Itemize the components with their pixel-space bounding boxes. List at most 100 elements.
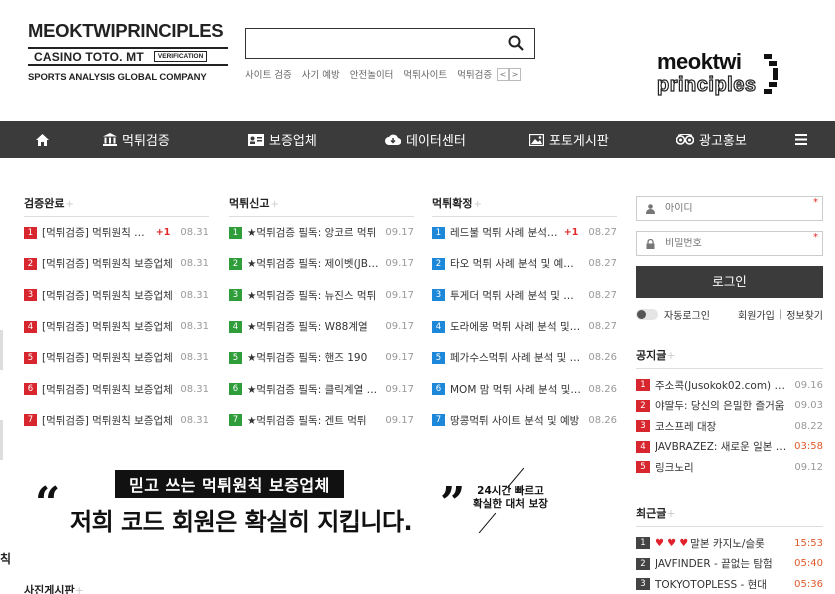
list-item[interactable]: 2 타오 먹튀 사례 분석 및 예방 가이드 08.27 bbox=[432, 248, 617, 279]
list-item[interactable]: 7 ★먹튀검증 필독: 겐트 먹튀 09.17 bbox=[229, 405, 414, 436]
list-item[interactable]: 6 MOM 맘 먹튀 사례 분석 및 예방 08.26 bbox=[432, 373, 617, 404]
photo-board-title[interactable]: 사진게시판+ bbox=[24, 582, 84, 594]
nav-data-center[interactable]: 데이터센터 bbox=[385, 121, 466, 158]
board-verified: 검증완료+ 1[먹튀검증] 먹튀원칙 보증업체+108.312[먹튀검증] 먹튀… bbox=[24, 195, 209, 436]
post-title[interactable]: MOM 맘 먹튀 사례 분석 및 예방 bbox=[450, 382, 582, 397]
list-item[interactable]: 2 야딸두: 당신의 은밀한 즐거움 09.03 bbox=[636, 396, 823, 417]
list-item[interactable]: 5 링크노리 09.12 bbox=[636, 457, 823, 478]
post-title[interactable]: [먹튀검증] 먹튀원칙 보증업체 bbox=[42, 288, 174, 303]
list-item[interactable]: 2 JAVFINDER - 끝없는 탐험 05:40 bbox=[636, 554, 823, 575]
post-title[interactable]: ★먹튀검증 필독: W88계열 bbox=[247, 319, 379, 334]
username-input[interactable] bbox=[665, 203, 805, 214]
board-title[interactable]: 먹튀확정+ bbox=[432, 195, 617, 217]
list-item[interactable]: 6 ★먹튀검증 필독: 클릭계열 먹튀 09.17 bbox=[229, 373, 414, 404]
promo-banner[interactable]: 믿고 쓰는 먹튀원칙 보증업체 “ 저희 코드 회원은 확실히 지킵니다. ” … bbox=[35, 465, 575, 545]
keyword-link[interactable]: 사기 예방 bbox=[302, 67, 340, 81]
post-title[interactable]: 타오 먹튀 사례 분석 및 예방 가이드 bbox=[450, 256, 582, 271]
nav-advertising[interactable]: 광고홍보 bbox=[676, 121, 747, 158]
recent-title[interactable]: 최근글+ bbox=[636, 505, 823, 527]
auto-login-toggle[interactable] bbox=[636, 309, 658, 320]
post-title[interactable]: 도라에몽 먹튀 사례 분석 및 예방 bbox=[450, 319, 582, 334]
notice-post-title[interactable]: 코스프레 대장 bbox=[655, 419, 788, 434]
post-title[interactable]: [먹튀검증] 먹튀원칙 보증업체 bbox=[42, 382, 174, 397]
list-item[interactable]: 7 땅콩먹튀 사이트 분석 및 예방 08.26 bbox=[432, 405, 617, 436]
nav-home[interactable] bbox=[36, 121, 54, 158]
post-title[interactable]: ★먹튀검증 필독: 앙코르 먹튀 bbox=[247, 225, 379, 240]
post-title[interactable]: ★먹튀검증 필독: 겐트 먹튀 bbox=[247, 413, 379, 428]
post-title[interactable]: ★먹튀검증 필독: 핸즈 190 bbox=[247, 350, 379, 365]
list-item[interactable]: 3 코스프레 대장 08.22 bbox=[636, 416, 823, 437]
list-item[interactable]: 5 페가수스먹튀 사례 분석 및 예방 08.26 bbox=[432, 342, 617, 373]
list-item[interactable]: 4 [먹튀검증] 먹튀원칙 보증업체 08.31 bbox=[24, 311, 209, 342]
login-button[interactable]: 로그인 bbox=[636, 266, 823, 298]
notice-post-title[interactable]: 주소콕(Jusokok02.com) 주소모음 bbox=[655, 378, 788, 393]
list-item[interactable]: 4 도라에몽 먹튀 사례 분석 및 예방 08.27 bbox=[432, 311, 617, 342]
list-item[interactable]: 1 ♥ ♥ ♥ 말본 카지노/슬롯 15:53 bbox=[636, 533, 823, 554]
list-item[interactable]: 6 [먹튀검증] 먹튀원칙 보증업체 08.31 bbox=[24, 373, 209, 404]
brand-logo[interactable]: meoktwi principles bbox=[656, 50, 787, 97]
notice-post-title[interactable]: JAVBRAZEZ: 새로운 일본 AV bbox=[655, 439, 788, 454]
board-title[interactable]: 검증완료+ bbox=[24, 195, 209, 217]
search-icon[interactable] bbox=[508, 35, 524, 51]
recent-post-title[interactable]: TOKYOTOPLESS - 현대 bbox=[655, 577, 788, 592]
keyword-link[interactable]: 먹튀사이트 bbox=[403, 67, 447, 81]
list-item[interactable]: 1 주소콕(Jusokok02.com) 주소모음 09.16 bbox=[636, 375, 823, 396]
board-title[interactable]: 먹튀신고+ bbox=[229, 195, 414, 217]
password-input[interactable] bbox=[665, 238, 805, 249]
post-title[interactable]: 페가수스먹튀 사례 분석 및 예방 bbox=[450, 350, 582, 365]
list-item[interactable]: 5 [먹튀검증] 먹튀원칙 보증업체 08.31 bbox=[24, 342, 209, 373]
post-title[interactable]: ★먹튀검증 필독: 뉴진스 먹튀 bbox=[247, 288, 379, 303]
list-item[interactable]: 4 ★먹튀검증 필독: W88계열 09.17 bbox=[229, 311, 414, 342]
find-info-link[interactable]: 정보찾기 bbox=[786, 307, 823, 322]
post-title[interactable]: [먹튀검증] 먹튀원칙 보증업체 bbox=[42, 319, 174, 334]
list-item[interactable]: 5 ★먹튀검증 필독: 핸즈 190 09.17 bbox=[229, 342, 414, 373]
rank-badge: 3 bbox=[229, 289, 242, 302]
comment-count: +1 bbox=[155, 227, 171, 239]
notice-post-title[interactable]: 링크노리 bbox=[655, 460, 788, 475]
list-item[interactable]: 2 [먹튀검증] 먹튀원칙 보증업체 08.31 bbox=[24, 248, 209, 279]
recent-post-title[interactable]: JAVFINDER - 끝없는 탐험 bbox=[655, 556, 788, 571]
notice-box: 공지글+ 1 주소콕(Jusokok02.com) 주소모음 09.16 2 야딸두: … bbox=[636, 347, 823, 478]
list-item[interactable]: 3 투게더 먹튀 사례 분석 및 예방 08.27 bbox=[432, 280, 617, 311]
list-item[interactable]: 7 [먹튀검증] 먹튀원칙 보증업체 08.31 bbox=[24, 405, 209, 436]
post-title[interactable]: 투게더 먹튀 사례 분석 및 예방 bbox=[450, 288, 582, 303]
list-item[interactable]: 1 [먹튀검증] 먹튀원칙 보증업체+1 08.31 bbox=[24, 217, 209, 248]
keyword-link[interactable]: 먹튀검증 bbox=[457, 67, 492, 81]
post-title[interactable]: 레드불 먹튀 사례 분석 및 bbox=[450, 225, 560, 240]
rank-badge: 2 bbox=[636, 557, 650, 570]
notice-post-title[interactable]: 야딸두: 당신의 은밀한 즐거움 bbox=[655, 398, 788, 413]
post-title[interactable]: [먹튀검증] 먹튀원칙 보증업체 bbox=[42, 350, 174, 365]
post-title[interactable]: ★먹튀검증 필독: 제이벳(JBET) bbox=[247, 256, 379, 271]
rank-badge: 4 bbox=[432, 320, 445, 333]
pw-field-wrap: * bbox=[636, 231, 823, 256]
nav-meoktwi-verify[interactable]: 먹튀검증 bbox=[103, 121, 170, 158]
nav-guarantee[interactable]: 보증업체 bbox=[248, 121, 317, 158]
keyword-next-button[interactable]: > bbox=[509, 67, 521, 81]
post-title[interactable]: [먹튀검증] 먹튀원칙 보증업체 bbox=[42, 413, 174, 428]
keyword-prev-button[interactable]: < bbox=[497, 67, 509, 81]
rank-badge: 1 bbox=[636, 379, 650, 392]
keyword-link[interactable]: 안전놀이터 bbox=[350, 67, 394, 81]
nav-photo-board[interactable]: 포토게시판 bbox=[529, 121, 609, 158]
post-title[interactable]: [먹튀검증] 먹튀원칙 보증업체 bbox=[42, 225, 152, 240]
search-input[interactable] bbox=[246, 29, 501, 58]
list-item[interactable]: 3 [먹튀검증] 먹튀원칙 보증업체 08.31 bbox=[24, 280, 209, 311]
keyword-link[interactable]: 사이트 검증 bbox=[245, 67, 292, 81]
list-item[interactable]: 2 ★먹튀검증 필독: 제이벳(JBET) 09.17 bbox=[229, 248, 414, 279]
post-title[interactable]: [먹튀검증] 먹튀원칙 보증업체 bbox=[42, 256, 174, 271]
list-item[interactable]: 1 레드불 먹튀 사례 분석 및 +1 08.27 bbox=[432, 217, 617, 248]
post-date: 09.17 bbox=[385, 414, 414, 426]
list-item[interactable]: 1 ★먹튀검증 필독: 앙코르 먹튀 09.17 bbox=[229, 217, 414, 248]
site-logo[interactable]: MEOKTWIPRINCIPLES CASINO TOTO. MT VERIFI… bbox=[28, 20, 228, 83]
post-title[interactable]: ★먹튀검증 필독: 클릭계열 먹튀 bbox=[247, 382, 379, 397]
recent-post-title[interactable]: 말본 카지노/슬롯 bbox=[690, 536, 788, 551]
nav-menu-toggle[interactable] bbox=[795, 121, 812, 158]
signup-link[interactable]: 회원가입 bbox=[738, 307, 775, 322]
post-date: 08.31 bbox=[180, 289, 209, 301]
post-title[interactable]: 땅콩먹튀 사이트 분석 및 예방 bbox=[450, 413, 582, 428]
notice-title[interactable]: 공지글+ bbox=[636, 347, 823, 369]
list-item[interactable]: 3 ★먹튀검증 필독: 뉴진스 먹튀 09.17 bbox=[229, 280, 414, 311]
auto-login-label[interactable]: 자동로그인 bbox=[664, 307, 710, 322]
list-item[interactable]: 4 JAVBRAZEZ: 새로운 일본 AV 03:58 bbox=[636, 437, 823, 458]
list-item[interactable]: 3 TOKYOTOPLESS - 현대 05:36 bbox=[636, 574, 823, 594]
